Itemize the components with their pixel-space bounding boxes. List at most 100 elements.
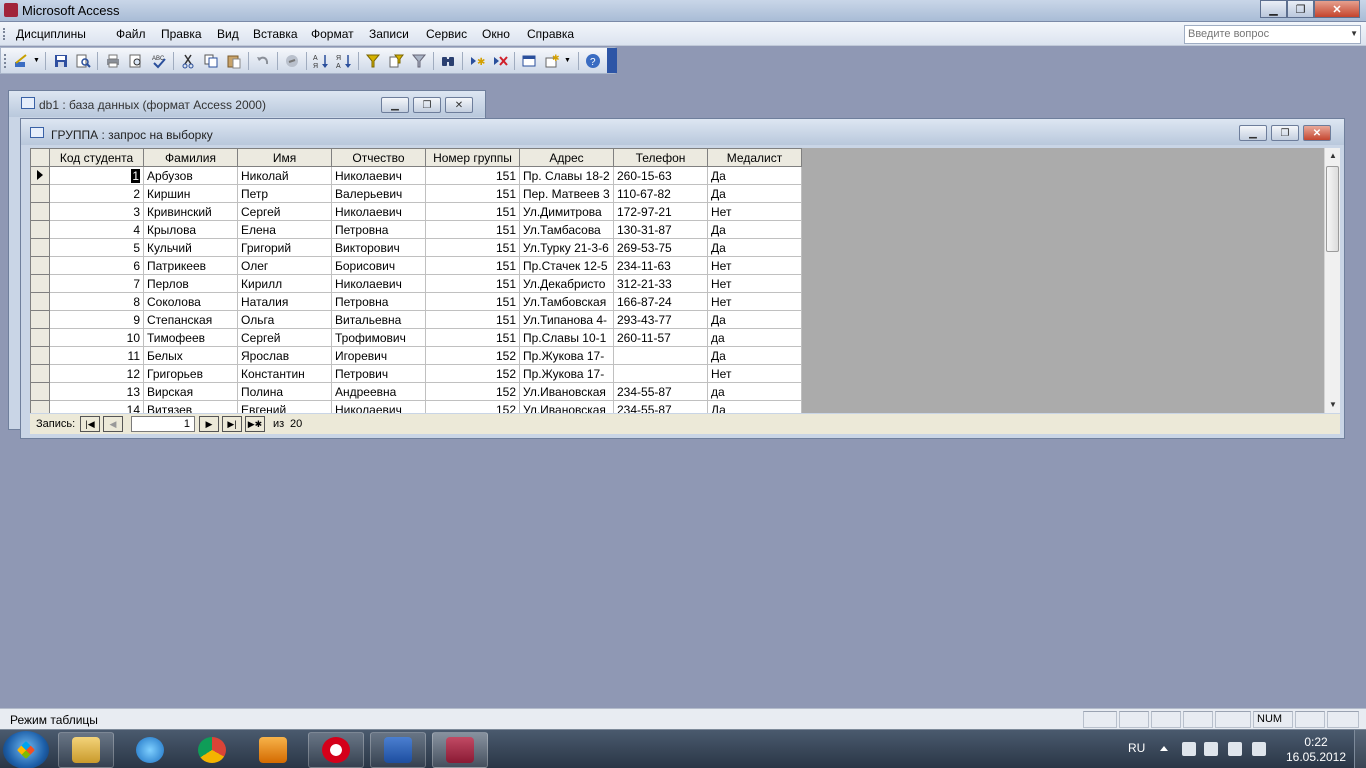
toolbar-options-button[interactable] — [607, 48, 617, 73]
table-row[interactable]: 7 Перлов Кирилл Николаевич 151 Ул.Декабристо 3… — [30, 274, 802, 293]
sort-descending-icon[interactable]: ЯA — [336, 53, 352, 69]
phone-cell[interactable]: 312-21-33 — [613, 274, 708, 293]
table-row[interactable]: 5 Кульчий Григорий Викторович 151 Ул.Турку 21… — [30, 238, 802, 257]
patronymic-cell[interactable]: Витальевна — [331, 310, 426, 329]
address-cell[interactable]: Ул.Тамбасова — [519, 220, 614, 239]
table-row[interactable]: 14 Витязев Евгений Николаевич 152 Ул.Ивановск… — [30, 400, 802, 413]
medalist-cell[interactable]: да — [707, 382, 802, 401]
table-row[interactable]: 1 Арбузов Николай Николаевич 151 Пр. Славы 18… — [30, 166, 802, 185]
record-selector[interactable] — [30, 364, 50, 383]
column-header[interactable]: Имя — [237, 148, 332, 167]
patronymic-cell[interactable]: Петрович — [331, 364, 426, 383]
patronymic-cell[interactable]: Андреевна — [331, 382, 426, 401]
student-id-cell[interactable]: 6 — [49, 256, 144, 275]
address-cell[interactable]: Пр.Стачек 12-5 — [519, 256, 614, 275]
student-id-cell[interactable]: 2 — [49, 184, 144, 203]
cut-icon[interactable] — [180, 53, 196, 69]
scroll-down-icon[interactable]: ▼ — [1325, 397, 1340, 413]
record-selector[interactable] — [30, 166, 50, 185]
menu-grip[interactable] — [3, 28, 9, 40]
filter-by-form-icon[interactable] — [388, 53, 404, 69]
name-cell[interactable]: Олег — [237, 256, 332, 275]
search-file-icon[interactable] — [75, 53, 91, 69]
record-selector[interactable] — [30, 274, 50, 293]
scroll-up-icon[interactable]: ▲ — [1325, 148, 1340, 164]
patronymic-cell[interactable]: Трофимович — [331, 328, 426, 347]
minimize-button[interactable]: ▁ — [381, 97, 409, 113]
name-cell[interactable]: Григорий — [237, 238, 332, 257]
student-id-cell[interactable]: 3 — [49, 202, 144, 221]
record-selector[interactable] — [30, 328, 50, 347]
find-icon[interactable] — [440, 53, 456, 69]
record-selector[interactable] — [30, 310, 50, 329]
patronymic-cell[interactable]: Игоревич — [331, 346, 426, 365]
record-selector[interactable] — [30, 238, 50, 257]
address-cell[interactable]: Ул.Тамбовская — [519, 292, 614, 311]
group-cell[interactable]: 151 — [425, 184, 520, 203]
volume-icon[interactable] — [1252, 742, 1266, 756]
menu-help[interactable]: Справка — [527, 27, 574, 41]
student-id-cell[interactable]: 9 — [49, 310, 144, 329]
name-cell[interactable]: Ольга — [237, 310, 332, 329]
minimize-button[interactable]: ▁ — [1239, 125, 1267, 141]
medalist-cell[interactable]: Нет — [707, 274, 802, 293]
name-cell[interactable]: Евгений — [237, 400, 332, 413]
apply-filter-icon[interactable] — [411, 53, 427, 69]
record-selector[interactable] — [30, 346, 50, 365]
table-row[interactable]: 12 Григорьев Константин Петрович 152 Пр.Жуков… — [30, 364, 802, 383]
sort-ascending-icon[interactable]: AЯ — [313, 53, 329, 69]
design-view-dropdown-icon[interactable]: ▼ — [33, 57, 40, 64]
student-id-cell[interactable]: 7 — [49, 274, 144, 293]
phone-cell[interactable]: 293-43-77 — [613, 310, 708, 329]
medalist-cell[interactable]: Нет — [707, 256, 802, 275]
column-header[interactable]: Номер группы — [425, 148, 520, 167]
new-object-dropdown-icon[interactable]: ▼ — [564, 57, 571, 64]
group-cell[interactable]: 152 — [425, 346, 520, 365]
record-selector[interactable] — [30, 292, 50, 311]
surname-cell[interactable]: Кривинский — [143, 202, 238, 221]
table-row[interactable]: 3 Кривинский Сергей Николаевич 151 Ул.Димитро… — [30, 202, 802, 221]
table-row[interactable]: 4 Крылова Елена Петровна 151 Ул.Тамбасова 130-… — [30, 220, 802, 239]
medalist-cell[interactable]: Да — [707, 166, 802, 185]
new-object-icon[interactable]: ✱ — [544, 53, 560, 69]
show-hidden-icons-icon[interactable] — [1160, 746, 1168, 751]
record-selector[interactable] — [30, 220, 50, 239]
surname-cell[interactable]: Арбузов — [143, 166, 238, 185]
menu-file[interactable]: Файл — [116, 27, 146, 41]
group-cell[interactable]: 151 — [425, 292, 520, 311]
medalist-cell[interactable]: Да — [707, 400, 802, 413]
record-number-input[interactable]: 1 — [131, 416, 195, 432]
menu-view[interactable]: Вид — [217, 27, 239, 41]
patronymic-cell[interactable]: Борисович — [331, 256, 426, 275]
medalist-cell[interactable]: Да — [707, 238, 802, 257]
student-id-cell[interactable]: 14 — [49, 400, 144, 413]
group-cell[interactable]: 152 — [425, 382, 520, 401]
record-selector[interactable] — [30, 400, 50, 413]
table-row[interactable]: 10 Тимофеев Сергей Трофимович 151 Пр.Славы 10… — [30, 328, 802, 347]
name-cell[interactable]: Елена — [237, 220, 332, 239]
medalist-cell[interactable]: да — [707, 328, 802, 347]
restore-button[interactable]: ❐ — [1287, 0, 1314, 18]
phone-cell[interactable]: 110-67-82 — [613, 184, 708, 203]
patronymic-cell[interactable]: Николаевич — [331, 274, 426, 293]
surname-cell[interactable]: Белых — [143, 346, 238, 365]
phone-cell[interactable]: 260-15-63 — [613, 166, 708, 185]
medalist-cell[interactable]: Нет — [707, 364, 802, 383]
name-cell[interactable]: Наталия — [237, 292, 332, 311]
table-row[interactable]: 13 Вирская Полина Андреевна 152 Ул.Ивановская… — [30, 382, 802, 401]
phone-cell[interactable] — [613, 346, 708, 365]
surname-cell[interactable]: Тимофеев — [143, 328, 238, 347]
database-window-icon[interactable] — [521, 53, 537, 69]
column-header[interactable]: Фамилия — [143, 148, 238, 167]
phone-cell[interactable]: 260-11-57 — [613, 328, 708, 347]
network-icon[interactable] — [1228, 742, 1242, 756]
delete-record-icon[interactable] — [492, 53, 508, 69]
minimize-button[interactable]: ▁ — [1260, 0, 1287, 18]
table-row[interactable]: 6 Патрикеев Олег Борисович 151 Пр.Стачек 12-5… — [30, 256, 802, 275]
medalist-cell[interactable]: Да — [707, 310, 802, 329]
paste-icon[interactable] — [226, 53, 242, 69]
patronymic-cell[interactable]: Николаевич — [331, 166, 426, 185]
phone-cell[interactable]: 234-11-63 — [613, 256, 708, 275]
phone-cell[interactable]: 234-55-87 — [613, 400, 708, 413]
address-cell[interactable]: Пер. Матвеев 3 — [519, 184, 614, 203]
